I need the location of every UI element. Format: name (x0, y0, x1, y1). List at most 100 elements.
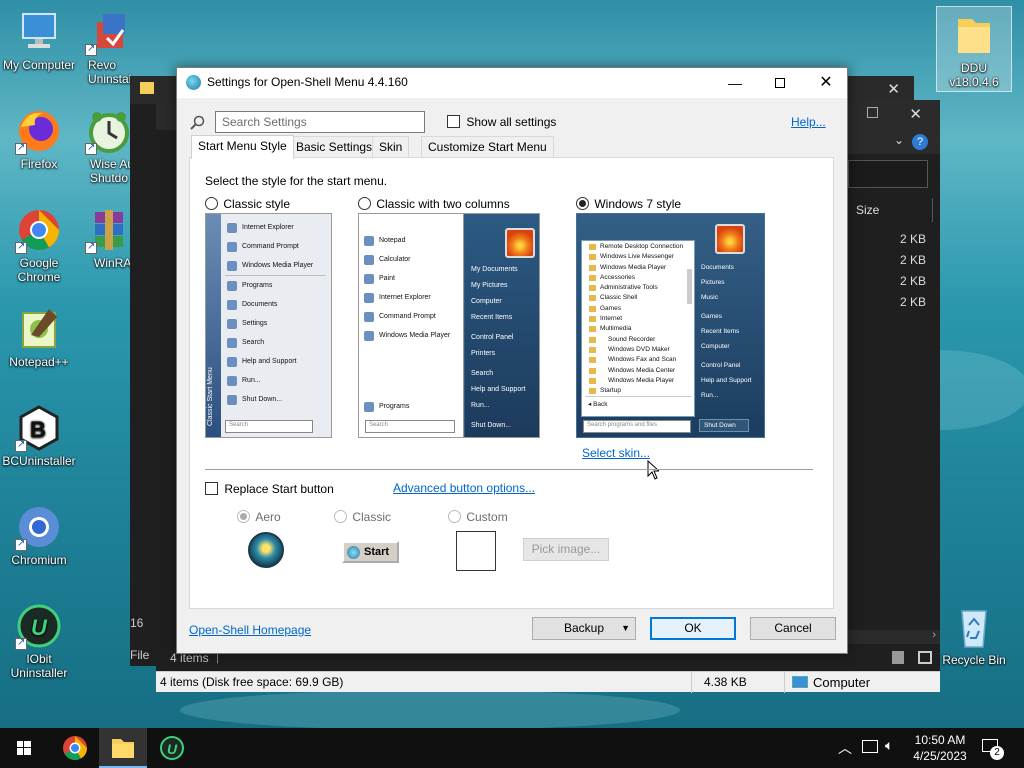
open-shell-homepage-link[interactable]: Open-Shell Homepage (189, 623, 311, 637)
volume-icon[interactable]: 🔈︎ (885, 737, 893, 754)
desktop-icon-recycle-bin[interactable]: Recycle Bin (932, 603, 1016, 667)
classic-start-button-preview: Start (342, 541, 399, 563)
select-skin-link[interactable]: Select skin... (582, 446, 650, 460)
radio-button[interactable] (205, 197, 218, 210)
dialog-titlebar[interactable]: Settings for Open-Shell Menu 4.4.160 — ✕ (177, 68, 847, 98)
help-icon[interactable]: ? (912, 134, 928, 150)
preview-item: Computer (701, 343, 730, 350)
button-style-custom[interactable]: Custom (448, 510, 508, 524)
chrome-icon (15, 206, 63, 254)
style-option-windows7[interactable]: Windows 7 style (576, 197, 681, 211)
taskbar-chrome[interactable] (51, 728, 99, 768)
desktop-icon-chromium[interactable]: Chromium (0, 503, 81, 567)
desktop-icon-notepadpp[interactable]: Notepad++ (0, 305, 81, 369)
chevron-down-icon[interactable]: ⌄ (894, 133, 904, 147)
recycle-bin-icon (950, 603, 998, 651)
close-button[interactable]: ✕ (803, 68, 849, 98)
ok-button[interactable]: OK (650, 617, 736, 640)
svg-text:U: U (167, 741, 178, 757)
preview-tree-item: Windows Media Center (582, 366, 694, 376)
preview-search-box: Search programs and files (583, 420, 691, 433)
desktop-icon-my-computer[interactable]: My Computer (0, 8, 81, 72)
radio-button[interactable] (358, 197, 371, 210)
help-link[interactable]: Help... (791, 115, 826, 129)
radio-button[interactable] (334, 510, 347, 523)
desktop-icon-label: Chromium (11, 553, 67, 567)
style-option-classic[interactable]: Classic style (205, 197, 290, 211)
preview-item: Shut Down... (471, 422, 512, 429)
tiles-view-icon[interactable] (918, 651, 932, 664)
search-settings-input[interactable]: Search Settings (215, 111, 425, 133)
iobit-uninstaller-icon: U (160, 736, 184, 760)
column-header-size[interactable]: Size (856, 203, 879, 217)
clock-time: 10:50 AM (914, 733, 966, 747)
desktop-icon-firefox[interactable]: Firefox (0, 107, 81, 171)
status-location: Computer (813, 675, 871, 690)
clock[interactable]: 10:50 AM 4/25/2023 (908, 732, 972, 764)
radio-button[interactable] (237, 510, 250, 523)
desktop-icon-label: Google Chrome (17, 256, 61, 284)
desktop-icon-chrome[interactable]: Google Chrome (0, 206, 81, 284)
desktop-icon-bcuninstaller[interactable]: B BCUninstaller (0, 404, 81, 468)
tab-skin[interactable]: Skin (372, 136, 410, 158)
radio-button[interactable] (448, 510, 461, 523)
chevron-up-icon[interactable]: ︿ (838, 738, 852, 758)
taskbar-iobit[interactable]: U (148, 728, 196, 768)
preview-item: Search (471, 370, 494, 377)
desktop-icon-ddu[interactable]: DDU v18.0.4.6 (936, 6, 1012, 92)
button-style-classic[interactable]: Classic (334, 510, 391, 524)
preview-item: Programs (222, 276, 329, 295)
start-button[interactable] (0, 728, 48, 768)
folder-icon (950, 9, 998, 59)
backup-button[interactable]: Backup ▼ (532, 617, 636, 640)
advanced-button-options-link[interactable]: Advanced button options... (393, 481, 535, 495)
taskbar-file-explorer[interactable] (99, 728, 147, 768)
preview-item: Search (222, 333, 329, 352)
address-bar[interactable] (848, 160, 928, 188)
desktop-icon-label: My Computer (2, 58, 76, 72)
classic-style-preview[interactable]: Classic Start Menu Internet Explorer Com… (205, 213, 332, 438)
desktop-icon-revo[interactable]: Revo Uninstal (74, 8, 144, 86)
checkbox[interactable] (205, 482, 218, 495)
two-columns-preview[interactable]: Notepad Calculator Paint Internet Explor… (358, 213, 540, 438)
radio-button[interactable] (576, 197, 589, 210)
button-style-aero[interactable]: Aero (237, 510, 281, 524)
close-icon[interactable]: ✕ (887, 80, 900, 98)
chevron-right-icon[interactable]: › (932, 629, 936, 641)
close-icon[interactable]: ✕ (909, 105, 922, 123)
notification-center[interactable]: 2 (980, 738, 1004, 760)
windows7-style-preview[interactable]: Remote Desktop Connection Windows Live M… (576, 213, 765, 438)
tab-basic-settings[interactable]: Basic Settings (289, 136, 380, 158)
preview-tree-item: Windows DVD Maker (582, 345, 694, 355)
classic-side-label: Classic Start Menu (207, 367, 214, 426)
preview-item: Pictures (701, 279, 725, 286)
preview-item: Recent Items (701, 328, 740, 335)
horizontal-scrollbar[interactable]: › (848, 629, 940, 644)
file-size: 2 KB (900, 295, 927, 309)
minimize-button[interactable]: — (712, 68, 758, 98)
cancel-button[interactable]: Cancel (750, 617, 836, 640)
network-icon[interactable] (862, 740, 878, 753)
maximize-icon[interactable] (867, 107, 878, 118)
pick-image-button[interactable]: Pick image... (523, 538, 609, 561)
custom-image-box (456, 531, 496, 571)
maximize-icon (775, 78, 785, 88)
details-view-icon[interactable] (892, 651, 904, 664)
divider (205, 469, 813, 470)
replace-start-button-checkbox[interactable]: Replace Start button (205, 482, 334, 496)
desktop-icon-label: Firefox (20, 157, 58, 171)
file-size: 2 KB (900, 253, 927, 267)
style-option-two-columns[interactable]: Classic with two columns (358, 197, 510, 211)
settings-dialog[interactable]: Settings for Open-Shell Menu 4.4.160 — ✕… (176, 67, 848, 654)
checkbox[interactable] (447, 115, 460, 128)
desktop-icon-label: IObit Uninstaller (10, 652, 68, 680)
maximize-button[interactable] (757, 68, 803, 98)
tab-customize-start-menu[interactable]: Customize Start Menu (421, 136, 554, 158)
preview-tree-item: Windows Live Messenger (582, 252, 694, 262)
desktop-icon-iobit[interactable]: U IObit Uninstaller (0, 602, 81, 680)
bcuninstaller-icon: B (15, 404, 63, 452)
radio-label: Aero (255, 510, 281, 524)
taskbar: U ︿ 🔈︎ 10:50 AM 4/25/2023 2 (0, 728, 1024, 768)
show-all-settings-checkbox[interactable]: Show all settings (447, 115, 556, 129)
tab-start-menu-style[interactable]: Start Menu Style (191, 135, 294, 159)
